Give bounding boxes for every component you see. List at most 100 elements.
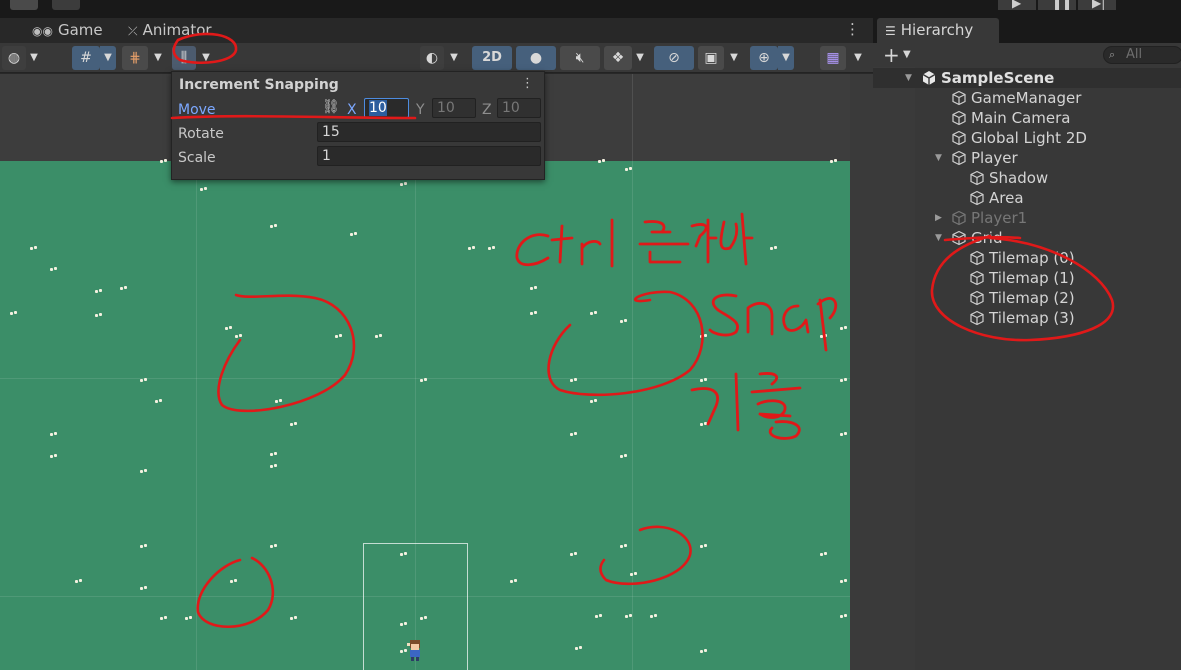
hierarchy-search-input[interactable]: ⌕ All: [1103, 46, 1181, 64]
gizmos-toggle[interactable]: ⊕: [750, 46, 778, 70]
grass-flower: [120, 286, 127, 290]
y-axis-label: Y: [416, 102, 425, 118]
grass-flower: [275, 399, 282, 403]
hierarchy-item[interactable]: Tilemap (1): [873, 268, 1181, 288]
hierarchy-item[interactable]: ▶ Player1: [873, 208, 1181, 228]
pause-button[interactable]: ❚❚: [1038, 0, 1076, 10]
step-button[interactable]: ▶|: [1078, 0, 1116, 10]
hierarchy-item[interactable]: Shadow: [873, 168, 1181, 188]
grass-flower: [200, 187, 207, 191]
grass-flower: [840, 432, 847, 436]
grass-flower: [820, 552, 827, 556]
2d-mode-toggle[interactable]: 2D: [472, 46, 512, 70]
increment-snapping-button[interactable]: ⫼: [172, 46, 196, 70]
gamepad-icon: ◉◉: [32, 24, 53, 38]
hierarchy-item[interactable]: ▼ Grid: [873, 228, 1181, 248]
grass-flower: [468, 246, 475, 250]
gameobject-cube-icon: [970, 190, 984, 206]
grid-snapping-button[interactable]: ⋕: [122, 46, 148, 70]
hierarchy-item[interactable]: Tilemap (3): [873, 308, 1181, 328]
hierarchy-item-label: GameManager: [971, 89, 1082, 107]
gameobject-cube-icon: [952, 150, 966, 166]
rotate-field[interactable]: 15: [317, 122, 541, 142]
play-icon: ▶: [1012, 0, 1022, 10]
hierarchy-item[interactable]: Main Camera: [873, 108, 1181, 128]
grid-snap-dropdown-icon[interactable]: ▼: [150, 46, 166, 70]
player-character-sprite[interactable]: [407, 640, 423, 662]
fold-expanded-icon[interactable]: ▼: [935, 148, 942, 168]
grass-flower: [830, 159, 837, 163]
grid-dropdown-icon[interactable]: ▼: [100, 46, 116, 70]
grass-flower: [488, 246, 495, 250]
shading-mode-icon: ◐: [425, 50, 439, 66]
global-dropdown-icon[interactable]: ▼: [26, 46, 42, 70]
hierarchy-item[interactable]: Global Light 2D: [873, 128, 1181, 148]
move-x-field[interactable]: 10: [364, 98, 409, 118]
hierarchy-item-label: Tilemap (2): [989, 289, 1075, 307]
hierarchy-panel: ☰ Hierarchy + ▼ ⌕ All ▼ SampleScene GameMan…: [873, 18, 1181, 670]
grass-flower: [50, 454, 57, 458]
lighting-toggle[interactable]: ●: [516, 46, 556, 70]
grass-flower: [598, 159, 605, 163]
effects-toggle[interactable]: ❖: [604, 46, 632, 70]
tile-palette-button[interactable]: ▦: [820, 46, 846, 70]
gizmos-dropdown-icon[interactable]: ▼: [778, 46, 794, 70]
grass-flower: [630, 572, 637, 576]
gameobject-cube-icon: [952, 90, 966, 106]
scene-panel-menu-icon[interactable]: ⋮: [845, 20, 860, 38]
grass-flower: [510, 579, 517, 583]
hierarchy-toolbar: + ▼ ⌕ All: [873, 43, 1181, 67]
hidden-objects-toggle[interactable]: ⊘: [654, 46, 694, 70]
pause-icon: ❚❚: [1052, 0, 1073, 10]
move-y-field[interactable]: 10: [432, 98, 476, 118]
hierarchy-item-label: Tilemap (3): [989, 309, 1075, 327]
eye-slash-icon: ⊘: [668, 50, 680, 66]
add-object-icon[interactable]: +: [883, 43, 900, 67]
hierarchy-item-label: Main Camera: [971, 109, 1071, 127]
grass-flower: [140, 586, 147, 590]
popup-title: Increment Snapping: [179, 77, 339, 93]
hierarchy-item[interactable]: GameManager: [873, 88, 1181, 108]
move-z-field[interactable]: 10: [497, 98, 541, 118]
account-button[interactable]: [10, 0, 38, 10]
camera-dropdown-icon[interactable]: ▼: [726, 46, 742, 70]
link-icon[interactable]: ⛓︎: [322, 99, 340, 115]
fold-collapsed-icon[interactable]: ▶: [935, 208, 942, 228]
fold-expanded-icon[interactable]: ▼: [935, 228, 942, 248]
tile-palette-dropdown-icon[interactable]: ▼: [850, 46, 866, 70]
gameobject-cube-icon: [952, 210, 966, 226]
increment-snap-dropdown-icon[interactable]: ▼: [198, 46, 214, 70]
hierarchy-item[interactable]: Tilemap (2): [873, 288, 1181, 308]
hierarchy-scene-row[interactable]: ▼ SampleScene: [873, 68, 1181, 88]
add-dropdown-icon[interactable]: ▼: [903, 43, 911, 67]
popup-menu-icon[interactable]: ⋮: [521, 76, 534, 91]
cloud-button[interactable]: [52, 0, 80, 10]
grid-visibility-button[interactable]: #: [72, 46, 100, 70]
play-button[interactable]: ▶: [998, 0, 1036, 10]
draw-mode-button[interactable]: ◐: [420, 46, 444, 70]
lightbulb-icon: ●: [529, 50, 543, 66]
grass-flower: [620, 544, 627, 548]
audio-toggle[interactable]: 🔇︎: [560, 46, 600, 70]
animator-icon: ⤫: [128, 24, 138, 38]
tab-animator[interactable]: ⤫ Animator: [128, 18, 212, 43]
tab-hierarchy[interactable]: ☰ Hierarchy: [877, 18, 999, 43]
gameobject-cube-icon: [952, 230, 966, 246]
tab-game[interactable]: ◉◉ Game: [32, 18, 103, 43]
scale-field[interactable]: 1: [317, 146, 541, 166]
grass-flower: [700, 544, 707, 548]
hierarchy-item[interactable]: ▼ Player: [873, 148, 1181, 168]
hierarchy-item-label: Global Light 2D: [971, 129, 1087, 147]
grass-flower: [420, 378, 427, 382]
fold-expanded-icon[interactable]: ▼: [905, 68, 912, 88]
effects-dropdown-icon[interactable]: ▼: [632, 46, 648, 70]
scene-camera-button[interactable]: ▣: [698, 46, 724, 70]
hierarchy-item[interactable]: Tilemap (0): [873, 248, 1181, 268]
draw-mode-dropdown-icon[interactable]: ▼: [446, 46, 462, 70]
global-local-toggle[interactable]: ◍: [2, 46, 26, 70]
hierarchy-item[interactable]: Area: [873, 188, 1181, 208]
grass-flower: [570, 378, 577, 382]
grass-flower: [30, 246, 37, 250]
increment-snap-icon: ⫼: [180, 50, 188, 66]
effects-icon: ❖: [611, 50, 625, 66]
